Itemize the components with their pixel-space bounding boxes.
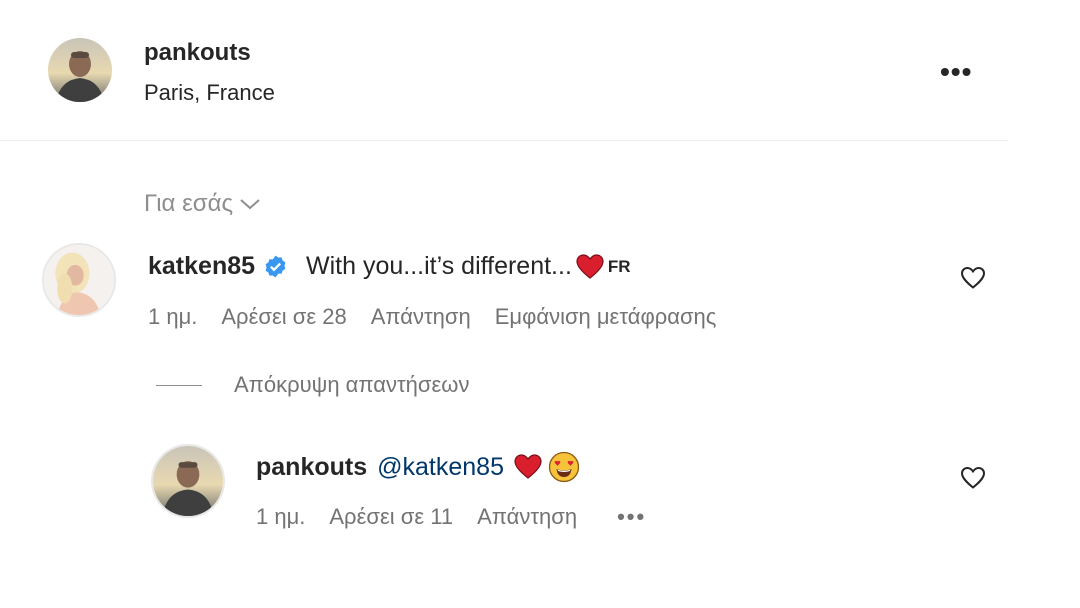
comment-time: 1 ημ. xyxy=(148,304,198,329)
heart-emoji-icon xyxy=(576,253,604,279)
reply-button[interactable]: Απάντηση xyxy=(477,504,577,530)
chevron-down-icon xyxy=(240,199,260,210)
verified-badge-icon xyxy=(265,255,286,278)
heart-emoji-icon xyxy=(514,454,542,479)
post-location[interactable]: Paris, France xyxy=(144,80,275,106)
more-options-icon[interactable]: ••• xyxy=(940,56,972,88)
comment-body: katken85 With you...it’s different... FR xyxy=(148,252,631,281)
reply-author-avatar[interactable] xyxy=(151,444,225,518)
reply-meta: 1 ημ. Αρέσει σε 11 Απάντηση ••• xyxy=(256,504,670,530)
hide-replies-button[interactable]: Απόκρυψη απαντήσεων xyxy=(156,372,469,398)
heart-eyes-emoji-icon xyxy=(548,451,580,483)
show-translation-button[interactable]: Εμφάνιση μετάφρασης xyxy=(495,304,717,330)
like-heart-icon[interactable] xyxy=(960,266,986,290)
reply-button[interactable]: Απάντηση xyxy=(371,304,471,330)
commenter-username[interactable]: katken85 xyxy=(148,252,255,281)
reply-author-username[interactable]: pankouts xyxy=(256,453,367,482)
divider-line xyxy=(156,384,202,386)
more-options-icon[interactable]: ••• xyxy=(617,504,646,530)
hide-replies-label: Απόκρυψη απαντήσεων xyxy=(234,372,470,397)
comment-likes-count[interactable]: Αρέσει σε 28 xyxy=(221,304,346,330)
post-author-username[interactable]: pankouts xyxy=(144,39,251,67)
comment-text: With you...it’s different... xyxy=(306,252,572,280)
comment-meta: 1 ημ. Αρέσει σε 28 Απάντηση Εμφάνιση μετ… xyxy=(148,304,740,330)
post-author-avatar[interactable] xyxy=(48,38,112,102)
comment-sort-dropdown[interactable]: Για εσάς xyxy=(144,190,261,218)
reply-likes-count[interactable]: Αρέσει σε 11 xyxy=(329,504,453,530)
language-tag: FR xyxy=(607,256,631,276)
reply-time: 1 ημ. xyxy=(256,504,306,529)
commenter-avatar[interactable] xyxy=(42,243,116,317)
like-heart-icon[interactable] xyxy=(960,466,986,490)
mention-link[interactable]: @katken85 xyxy=(377,453,504,482)
reply-body: pankouts @katken85 xyxy=(256,451,580,483)
comment-sort-label: Για εσάς xyxy=(144,190,234,217)
post-header: pankouts Paris, France ••• xyxy=(0,0,1008,141)
